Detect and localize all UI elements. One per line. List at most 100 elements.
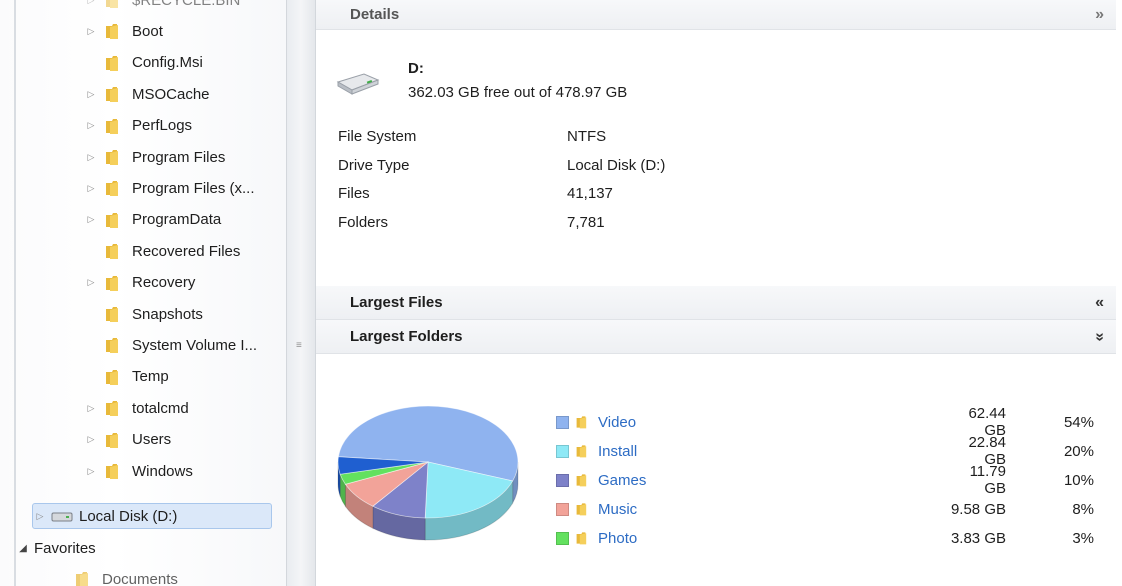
expand-arrow-icon[interactable]: ▷	[84, 434, 98, 445]
tree-item-label: MSOCache	[132, 85, 210, 103]
tree-item[interactable]: ▷ Recovery	[84, 270, 196, 296]
details-header[interactable]: Details »	[316, 0, 1116, 30]
tree-item-label: Documents	[102, 570, 178, 586]
expand-arrow-icon[interactable]: ▷	[84, 183, 98, 194]
tree-item[interactable]: ▷ Windows	[84, 458, 193, 484]
tree-item-label: Temp	[132, 368, 169, 386]
folder-row[interactable]: Video 62.44 GB 54%	[556, 405, 1096, 439]
folder-percent: 8%	[1072, 500, 1094, 518]
expand-arrow-icon[interactable]: ▷	[84, 152, 98, 163]
folder-icon	[104, 274, 124, 292]
tree-item[interactable]: ▷ totalcmd	[84, 395, 189, 421]
property-value: NTFS	[567, 128, 607, 145]
folder-icon	[575, 530, 591, 546]
tree-item-local-disk-d[interactable]: ▷ Local Disk (D:)	[32, 503, 272, 529]
folder-icon	[575, 501, 591, 517]
legend-swatch	[556, 444, 569, 458]
folder-percent: 54%	[1063, 413, 1094, 431]
folder-percent: 3%	[1072, 529, 1094, 547]
expand-arrow-icon[interactable]: ▷	[84, 466, 98, 477]
collapse-arrow-icon[interactable]: ◢	[16, 543, 30, 554]
expand-arrow-icon[interactable]: ▷	[84, 214, 98, 225]
tree-item-label: Windows	[132, 462, 193, 480]
tree-item[interactable]: ▷ Program Files	[84, 144, 226, 170]
folder-size: 11.79 GB	[969, 463, 1006, 497]
folder-name-link[interactable]: Music	[598, 501, 798, 518]
tree-item[interactable]: Snapshots	[84, 301, 203, 327]
details-panel: Details » D: 362.03 GB free out of 478.9…	[316, 0, 1122, 586]
collapse-chevron-icon[interactable]: «	[1095, 294, 1104, 312]
folder-row[interactable]: Install 22.84 GB 20%	[556, 434, 1096, 468]
property-label: Files	[338, 185, 370, 202]
folder-row[interactable]: Photo 3.83 GB 3%	[556, 524, 1096, 552]
expand-arrow-icon[interactable]: ▷	[84, 277, 98, 288]
expand-arrow-icon[interactable]: ▷	[33, 511, 47, 522]
folder-row[interactable]: Music 9.58 GB 8%	[556, 495, 1096, 523]
largest-files-title: Largest Files	[350, 294, 443, 311]
folder-icon	[104, 85, 124, 103]
expand-chevron-icon[interactable]: »	[1095, 6, 1104, 24]
folder-size: 9.58 GB	[950, 500, 1006, 518]
expand-arrow-icon[interactable]: ▷	[84, 26, 98, 37]
folder-name-link[interactable]: Photo	[598, 530, 798, 547]
tree-item[interactable]: ▷ ProgramData	[84, 207, 222, 233]
folder-icon	[104, 336, 124, 354]
property-label: Drive Type	[338, 157, 410, 174]
property-value: 7,781	[567, 214, 605, 231]
tree-item-label: PerfLogs	[132, 117, 193, 135]
tree-item-label: Program Files	[132, 148, 226, 166]
folder-icon	[74, 570, 94, 586]
tree-left-border	[14, 0, 16, 586]
tree-item[interactable]: System Volume I...	[84, 332, 257, 358]
expand-chevron-icon[interactable]: »	[1091, 332, 1109, 341]
tree-item[interactable]: Config.Msi	[84, 50, 203, 76]
legend-swatch	[556, 415, 569, 429]
tree-item-label: totalcmd	[132, 399, 189, 417]
folder-icon	[104, 305, 124, 323]
property-value: 41,137	[567, 185, 613, 202]
tree-item-label: Snapshots	[132, 305, 203, 323]
tree-item-favorites[interactable]: ◢ Favorites	[16, 535, 96, 561]
legend-swatch	[556, 531, 569, 545]
tree-item-label: ProgramData	[132, 211, 222, 229]
largest-folders-header[interactable]: Largest Folders »	[316, 320, 1116, 354]
folder-icon	[104, 148, 124, 166]
tree-item-documents[interactable]: Documents	[74, 566, 178, 586]
expand-arrow-icon[interactable]: ▷	[84, 0, 98, 6]
panel-splitter[interactable]: ≡	[286, 0, 316, 586]
tree-item[interactable]: ▷ MSOCache	[84, 81, 210, 107]
largest-files-header[interactable]: Largest Files «	[316, 286, 1116, 320]
tree-item[interactable]: ▷ Boot	[84, 18, 163, 44]
folder-percent: 10%	[1063, 471, 1094, 489]
tree-item-label: Favorites	[34, 539, 96, 557]
folder-icon	[104, 431, 124, 449]
folder-name-link[interactable]: Games	[598, 472, 798, 489]
expand-arrow-icon[interactable]: ▷	[84, 120, 98, 131]
folder-icon	[104, 0, 124, 9]
tree-item-label: System Volume I...	[132, 336, 258, 354]
expand-arrow-icon[interactable]: ▷	[84, 89, 98, 100]
drive-large-icon	[334, 66, 380, 100]
tree-item[interactable]: ▷ $RECYCLE.BIN	[84, 0, 240, 13]
tree-item-label: Program Files (x...	[132, 179, 255, 197]
folder-row[interactable]: Games 11.79 GB 10%	[556, 463, 1096, 497]
tree-item-label: $RECYCLE.BIN	[132, 0, 241, 9]
drive-icon	[51, 510, 73, 522]
tree-item[interactable]: ▷ Program Files (x...	[84, 175, 255, 201]
largest-folders-title: Largest Folders	[350, 328, 463, 345]
expand-arrow-icon[interactable]: ▷	[84, 403, 98, 414]
tree-item-label: Recovered Files	[132, 242, 241, 260]
folder-icon	[575, 443, 591, 459]
tree-item[interactable]: Temp	[84, 364, 169, 390]
folder-percent: 20%	[1063, 442, 1094, 460]
tree-item[interactable]: ▷ PerfLogs	[84, 113, 193, 139]
tree-item[interactable]: Recovered Files	[84, 238, 240, 264]
folder-name-link[interactable]: Video	[598, 414, 798, 431]
folder-icon	[104, 179, 124, 197]
folder-name-link[interactable]: Install	[598, 443, 798, 460]
tree-item-label: Recovery	[132, 274, 196, 292]
tree-item-label: Users	[132, 431, 172, 449]
splitter-grip-icon[interactable]: ≡	[296, 340, 305, 351]
legend-swatch	[556, 502, 569, 516]
tree-item[interactable]: ▷ Users	[84, 427, 172, 453]
